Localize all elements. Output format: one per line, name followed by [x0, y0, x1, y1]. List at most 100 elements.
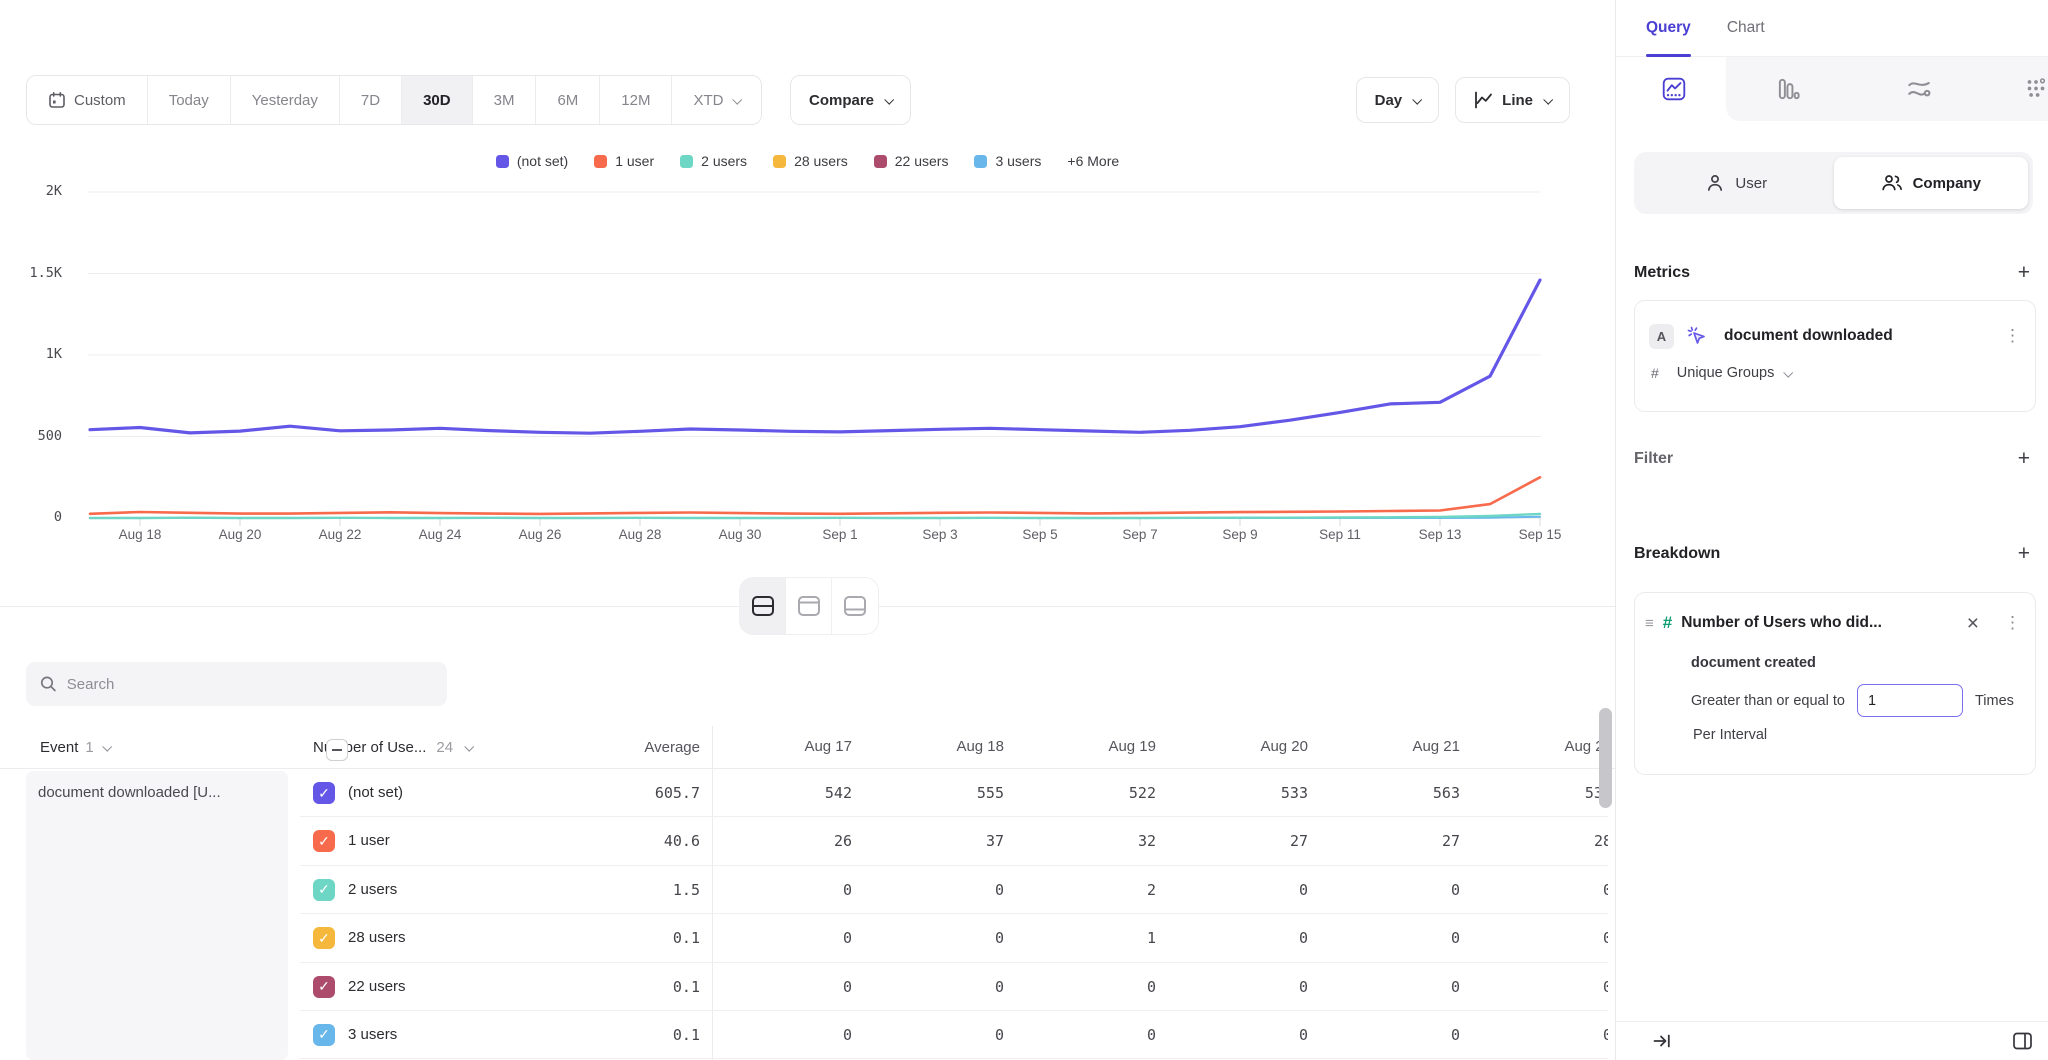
breakdown-event[interactable]: document created [1691, 655, 2021, 671]
event-count: 1 [85, 739, 93, 756]
panel-layout-icon[interactable] [2012, 1031, 2033, 1051]
event-group-cell[interactable]: document downloaded [U... [26, 771, 288, 1060]
table-row: ✓1 user40.6263732272728 [300, 817, 1608, 865]
row-label[interactable]: 2 users [348, 866, 397, 914]
row-value: 0 [772, 1011, 852, 1059]
chart-type-bar[interactable] [1758, 57, 1818, 121]
group-column-header[interactable]: Number of Use... 24 [313, 726, 472, 768]
range-label: Yesterday [252, 92, 318, 109]
search-input[interactable] [67, 676, 433, 693]
split-view-icon [750, 595, 776, 617]
scope-user[interactable]: User [1639, 157, 1834, 209]
row-checkbox[interactable]: ✓ [313, 927, 335, 949]
table-body: ✓(not set)605.7542555522533563535✓1 user… [300, 769, 1608, 1060]
row-value: 1 [1076, 914, 1156, 962]
chart-type-flow[interactable] [1889, 57, 1949, 121]
drag-handle-icon[interactable]: ≡ [1645, 615, 1654, 632]
row-label[interactable]: (not set) [348, 769, 403, 817]
add-filter-button[interactable]: + [2018, 448, 2030, 469]
row-checkbox[interactable]: ✓ [313, 1024, 335, 1046]
line-chart-icon [1474, 91, 1493, 109]
select-all-checkbox[interactable] [326, 739, 348, 761]
chart-style-button[interactable]: Line [1455, 77, 1570, 123]
row-value: 32 [1076, 817, 1156, 865]
metric-row: A document downloaded ⋮ [1635, 307, 2035, 365]
number-property-icon: # [1663, 613, 1672, 633]
row-checkbox[interactable]: ✓ [313, 782, 335, 804]
per-interval-label[interactable]: Per Interval [1693, 727, 2021, 743]
group-count: 24 [436, 739, 453, 756]
bar-chart-icon [1775, 76, 1801, 102]
legend-item[interactable]: (not set) [496, 153, 568, 169]
row-label[interactable]: 1 user [348, 817, 390, 865]
row-checkbox[interactable]: ✓ [313, 976, 335, 998]
row-value: 27 [1380, 817, 1460, 865]
range-30d[interactable]: 30D [402, 76, 473, 124]
row-value: 0 [924, 1011, 1004, 1059]
times-unit-label: Times [1975, 693, 2014, 709]
layout-chart-button[interactable] [786, 578, 832, 634]
query-panel: Query Chart User C [1615, 0, 2048, 1060]
legend-swatch [874, 155, 887, 168]
y-tick-label: 1.5K [14, 265, 62, 281]
row-label[interactable]: 28 users [348, 914, 406, 962]
chart-only-icon [796, 595, 822, 617]
table-row: ✓(not set)605.7542555522533563535 [300, 769, 1608, 817]
legend-item[interactable]: 3 users [974, 153, 1041, 169]
legend-item[interactable]: 22 users [874, 153, 949, 169]
range-6m[interactable]: 6M [536, 76, 600, 124]
range-yesterday[interactable]: Yesterday [231, 76, 340, 124]
row-value: 0 [1076, 963, 1156, 1011]
range-label: 3M [494, 92, 515, 109]
event-column-header[interactable]: Event 1 [40, 726, 110, 768]
legend-item[interactable]: 28 users [773, 153, 848, 169]
row-value: 555 [924, 769, 1004, 817]
compare-button[interactable]: Compare [790, 75, 911, 125]
tab-chart[interactable]: Chart [1727, 0, 1765, 57]
breakdown-card: ≡ # Number of Users who did... × ⋮ docum… [1634, 592, 2036, 775]
measure-row[interactable]: # Unique Groups [1635, 365, 2035, 381]
metric-card[interactable]: A document downloaded ⋮ # Unique Groups [1634, 300, 2036, 412]
layout-split-button[interactable] [740, 578, 786, 634]
row-label[interactable]: 22 users [348, 963, 406, 1011]
range-custom[interactable]: Custom [27, 76, 148, 124]
close-icon[interactable]: × [1967, 613, 1979, 634]
legend-more[interactable]: +6 More [1067, 153, 1119, 169]
row-checkbox[interactable]: ✓ [313, 830, 335, 852]
table-row: ✓3 users0.1000000 [300, 1011, 1608, 1059]
row-value: 0 [772, 914, 852, 962]
tab-query[interactable]: Query [1646, 0, 1691, 57]
row-average: 0.1 [620, 914, 700, 962]
times-input[interactable] [1857, 684, 1963, 717]
range-label: XTD [693, 92, 723, 109]
row-checkbox[interactable]: ✓ [313, 879, 335, 901]
scope-company-label: Company [1913, 175, 1981, 192]
interval-label: Day [1375, 92, 1403, 109]
condition-label[interactable]: Greater than or equal to [1691, 693, 1845, 709]
range-today[interactable]: Today [148, 76, 231, 124]
metric-badge: A [1649, 324, 1674, 349]
scope-company[interactable]: Company [1834, 157, 2029, 209]
table-scrollbar[interactable] [1599, 708, 1612, 808]
legend-item[interactable]: 2 users [680, 153, 747, 169]
chart-type-grid[interactable] [2006, 57, 2048, 121]
line-chart [88, 185, 1543, 535]
layout-table-button[interactable] [832, 578, 878, 634]
chart-type-line[interactable] [1644, 57, 1704, 121]
row-value: 0 [1380, 1011, 1460, 1059]
kebab-menu-icon[interactable]: ⋮ [2004, 613, 2021, 633]
chevron-down-icon [1543, 94, 1553, 104]
add-breakdown-button[interactable]: + [2018, 543, 2030, 564]
row-average: 40.6 [620, 817, 700, 865]
range-3m[interactable]: 3M [473, 76, 537, 124]
legend-label: 2 users [701, 153, 747, 169]
kebab-menu-icon[interactable]: ⋮ [2004, 326, 2021, 346]
legend-item[interactable]: 1 user [594, 153, 654, 169]
range-xtd[interactable]: XTD [672, 76, 761, 124]
interval-button[interactable]: Day [1356, 77, 1440, 123]
row-label[interactable]: 3 users [348, 1011, 397, 1059]
range-7d[interactable]: 7D [340, 76, 402, 124]
range-12m[interactable]: 12M [600, 76, 672, 124]
collapse-panel-icon[interactable] [1652, 1031, 1672, 1051]
add-metric-button[interactable]: + [2018, 262, 2030, 283]
